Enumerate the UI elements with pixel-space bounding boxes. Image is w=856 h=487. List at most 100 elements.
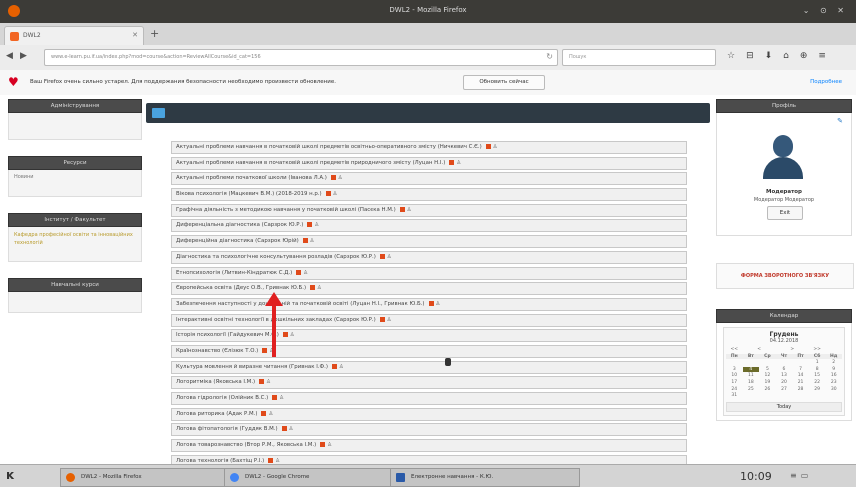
enrol-users-icon[interactable]: ♙ (303, 268, 308, 279)
calendar-nav-button[interactable]: < (743, 347, 776, 352)
delete-icon[interactable] (320, 442, 326, 448)
calendar-day[interactable]: 29 (809, 387, 826, 392)
calendar-day[interactable]: 30 (825, 387, 842, 392)
course-title[interactable]: Актуальні проблеми навчання в початковій… (176, 144, 482, 150)
course-title[interactable]: Культура мовлення й виразне читання (Гри… (176, 364, 328, 370)
calendar-day[interactable]: 9 (825, 367, 842, 372)
course-item[interactable]: Актуальні проблеми навчання в початковій… (171, 141, 687, 154)
taskbar-item[interactable]: DWL2 - Google Chrome (224, 468, 394, 487)
course-item[interactable]: Логова технологія (Бахтіщ Р.І.) ♙ (171, 454, 687, 464)
course-title[interactable]: Країнознавство (Єлізюк Т.О.) (176, 348, 258, 354)
calendar-day[interactable]: 20 (776, 380, 793, 385)
course-title[interactable]: Логова риторика (Адак Р.М.) (176, 411, 257, 417)
course-item[interactable]: Актуальні проблеми навчання в початковій… (171, 156, 687, 170)
enrol-users-icon[interactable]: ♙ (493, 142, 498, 153)
course-title[interactable]: Диференціальна діагностика (Сарзрок Ю.Р.… (176, 222, 303, 228)
course-item[interactable]: Забезпечення наступності у дошкільній та… (171, 297, 687, 311)
enrol-users-icon[interactable]: ♙ (436, 299, 441, 310)
delete-icon[interactable] (302, 238, 308, 244)
enrol-users-icon[interactable]: ♙ (338, 173, 343, 184)
resources-news-link[interactable]: Новини (14, 174, 136, 180)
delete-icon[interactable] (282, 332, 288, 338)
enrol-users-icon[interactable]: ♙ (266, 377, 271, 388)
delete-icon[interactable] (268, 457, 274, 463)
calendar-day[interactable]: 3 (726, 367, 743, 372)
calendar-day[interactable]: 5 (759, 367, 776, 372)
course-title[interactable]: Графічна діяльність з методикою навчання… (176, 207, 396, 213)
course-title[interactable]: Європейська освіта (Деус О.В., Гривнак Ю… (176, 285, 306, 291)
enrol-users-icon[interactable]: ♙ (317, 283, 322, 294)
calendar-day[interactable]: 1 (809, 360, 826, 365)
calendar-day[interactable]: 25 (743, 387, 760, 392)
enrol-users-icon[interactable]: ♙ (327, 440, 332, 451)
back-icon[interactable]: ◀ (6, 51, 13, 61)
delete-icon[interactable] (449, 159, 455, 165)
course-title[interactable]: Актуальні проблеми навчання в початковій… (176, 160, 445, 166)
taskbar-item[interactable]: Електронне навчання - К.Ю. (390, 468, 580, 487)
system-tray-icons[interactable]: ≡▭ (790, 471, 812, 480)
course-item[interactable]: Країнознавство (Єлізюк Т.О.)♙ (171, 344, 687, 358)
delete-icon[interactable] (272, 395, 278, 400)
window-controls[interactable]: ⌄ ⊙ ✕ (803, 6, 848, 15)
enrol-users-icon[interactable]: ♙ (268, 409, 273, 420)
delete-icon[interactable] (331, 363, 337, 369)
calendar-nav-button[interactable]: << (726, 347, 743, 352)
calendar-day[interactable]: 18 (743, 380, 760, 385)
course-item[interactable]: Диференційна діагностика (Сарзрок Юрій) ♙ (171, 235, 687, 249)
delete-icon[interactable] (310, 285, 316, 291)
delete-icon[interactable] (262, 347, 268, 353)
delete-icon[interactable] (428, 300, 434, 306)
calendar-day[interactable]: 16 (825, 373, 842, 378)
exit-button[interactable]: Exit (767, 206, 803, 220)
calendar-day[interactable]: 4 (742, 366, 760, 372)
address-bar[interactable]: www.e-learn.pu.if.ua/index.php?mod=cours… (44, 49, 558, 66)
delete-icon[interactable] (325, 191, 331, 197)
enrol-users-icon[interactable]: ♙ (314, 220, 319, 231)
enrol-users-icon[interactable]: ♙ (333, 189, 338, 200)
more-info-link[interactable]: Подробнее (810, 79, 842, 85)
course-item[interactable]: Європейська освіта (Деус О.В., Гривнак Ю… (171, 282, 687, 296)
forward-icon[interactable]: ▶ (20, 51, 27, 61)
enrol-users-icon[interactable]: ♙ (387, 252, 392, 263)
calendar-day[interactable]: 6 (776, 367, 793, 372)
enrol-users-icon[interactable]: ♙ (275, 456, 280, 464)
new-tab-icon[interactable]: + (150, 27, 159, 40)
reload-icon[interactable]: ↻ (546, 52, 553, 61)
course-title[interactable]: Забезпечення наступності у дошкільній та… (176, 301, 425, 307)
department-link[interactable]: Кафедра професійної освіти та інноваційн… (14, 231, 136, 247)
course-title[interactable]: Вікова психологія (Мацкевич В.М.) (2018-… (176, 191, 322, 197)
delete-icon[interactable] (259, 379, 265, 385)
taskbar-item[interactable]: DWL2 - Mozilla Firefox (60, 468, 230, 487)
course-item[interactable]: Графічна діяльність з методикою навчання… (171, 203, 687, 217)
course-title[interactable]: Діагностика та психологічне консультуван… (176, 254, 376, 260)
delete-icon[interactable] (261, 410, 267, 416)
course-title[interactable]: Логова технологія (Бахтіщ Р.І.) (176, 458, 264, 464)
course-item[interactable]: Культура мовлення й виразне читання (Гри… (171, 360, 687, 374)
calendar-day[interactable]: 7 (792, 367, 809, 372)
course-item[interactable]: Історія психології (Гайдукевич М.Є.) ♙ (171, 329, 687, 343)
calendar-day[interactable]: 27 (776, 387, 793, 392)
course-title[interactable]: Етнопсихологія (Литвин-Кіндратюк С.Д.) (176, 270, 292, 276)
calendar-day[interactable]: 8 (809, 367, 826, 372)
calendar-nav-button[interactable]: >> (809, 347, 826, 352)
enrol-users-icon[interactable]: ♙ (290, 330, 295, 341)
close-tab-icon[interactable]: ✕ (132, 31, 138, 39)
course-item[interactable]: Діагностика та психологічне консультуван… (171, 250, 687, 264)
course-item[interactable]: Логова гідрологія (Олійник В.С.) ♙ (171, 392, 687, 405)
course-title[interactable]: Актуальні проблеми початкової школи (Іва… (176, 175, 327, 181)
enrol-users-icon[interactable]: ♙ (289, 424, 294, 435)
enrol-users-icon[interactable]: ♙ (456, 158, 461, 169)
calendar-day[interactable]: 11 (743, 373, 760, 378)
delete-icon[interactable] (307, 222, 313, 228)
feedback-form-link[interactable]: ФОРМА ЗВОРОТНОГО ЗВ'ЯЗКУ (716, 263, 854, 289)
course-title[interactable]: Логова гідрологія (Олійник В.С.) (176, 395, 268, 401)
course-title[interactable]: Історія психології (Гайдукевич М.Є.) (176, 332, 279, 338)
calendar-day[interactable]: 22 (809, 380, 826, 385)
delete-icon[interactable] (379, 316, 385, 322)
calendar-day[interactable]: 17 (726, 380, 743, 385)
start-menu-icon[interactable]: ᴋ (6, 468, 14, 482)
calendar-day[interactable]: 24 (726, 387, 743, 392)
delete-icon[interactable] (281, 426, 287, 432)
update-now-button[interactable]: Обновить сейчас (463, 75, 545, 90)
calendar-nav-button[interactable]: > (776, 347, 809, 352)
